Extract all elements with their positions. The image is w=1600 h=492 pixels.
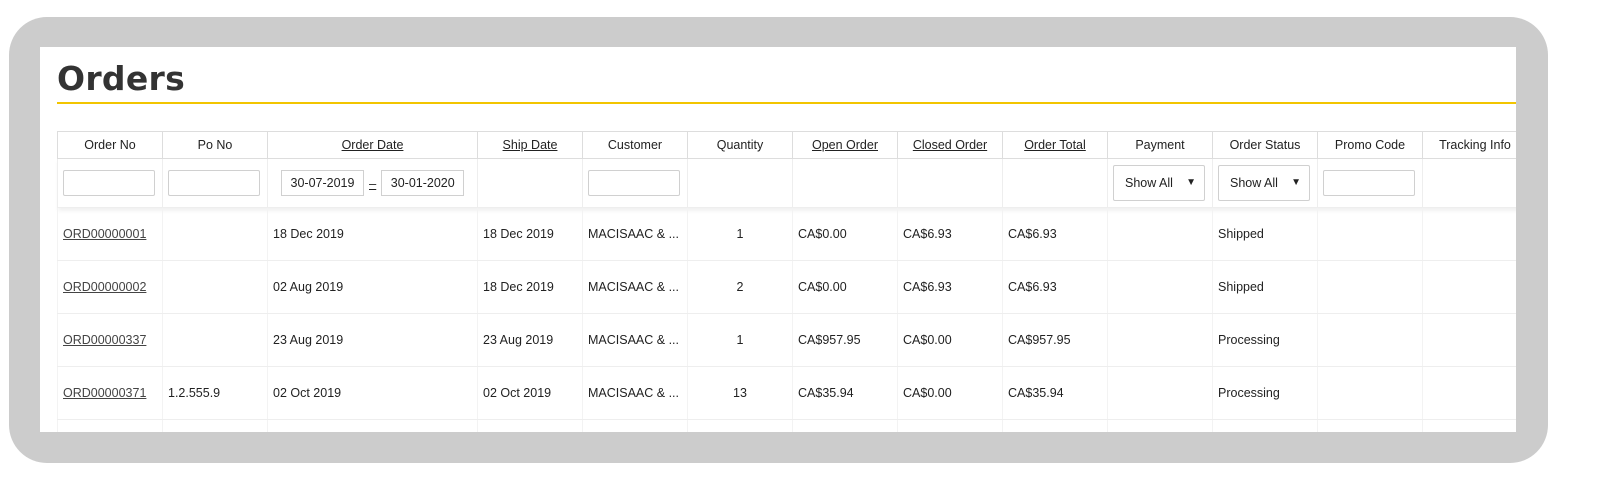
promo-code-filter-input[interactable] — [1323, 170, 1415, 196]
table-header-row: Order No Po No Order Date Ship Date Cust… — [57, 131, 1516, 159]
table-row: ORD00000002 02 Aug 2019 18 Dec 2019 MACI… — [57, 260, 1516, 314]
customer-cell: MACISAAC & ... — [582, 260, 688, 314]
payment-cell — [1107, 313, 1213, 367]
open-order-cell: CA$35.94 — [792, 366, 898, 420]
closed-order-cell: CA$0.00 — [897, 366, 1003, 420]
po-number-cell — [162, 207, 268, 261]
promo-code-cell — [1317, 260, 1423, 314]
order-no-filter-input[interactable] — [63, 170, 155, 196]
payment-filter-value: Show All — [1125, 176, 1173, 190]
order-status-cell: Shipped — [1212, 260, 1318, 314]
tracking-info-cell — [1422, 207, 1516, 261]
table-row-partial — [57, 419, 1516, 432]
tracking-info-cell — [1422, 260, 1516, 314]
quantity-cell: 13 — [687, 366, 793, 420]
closed-order-cell: CA$0.00 — [897, 313, 1003, 367]
quantity-cell: 2 — [687, 260, 793, 314]
caret-down-icon: ▼ — [1186, 177, 1196, 188]
open-order-cell: CA$957.95 — [792, 313, 898, 367]
order-date-from-input[interactable] — [281, 170, 364, 196]
promo-code-cell — [1317, 207, 1423, 261]
order-status-cell: Processing — [1212, 313, 1318, 367]
order-status-filter-value: Show All — [1230, 176, 1278, 190]
payment-cell — [1107, 207, 1213, 261]
table-row: ORD00000337 23 Aug 2019 23 Aug 2019 MACI… — [57, 313, 1516, 367]
po-number-cell: 1.2.555.9 — [162, 366, 268, 420]
order-number-link[interactable]: ORD00000002 — [63, 280, 146, 294]
column-header-open-order[interactable]: Open Order — [792, 131, 898, 159]
ship-date-cell: 23 Aug 2019 — [477, 313, 583, 367]
payment-cell — [1107, 366, 1213, 420]
customer-cell: MACISAAC & ... — [582, 366, 688, 420]
tracking-info-cell — [1422, 313, 1516, 367]
column-header-order-no: Order No — [57, 131, 163, 159]
customer-filter-input[interactable] — [588, 170, 680, 196]
po-number-cell — [162, 260, 268, 314]
column-header-order-total[interactable]: Order Total — [1002, 131, 1108, 159]
order-date-cell: 18 Dec 2019 — [267, 207, 478, 261]
column-header-tracking-info: Tracking Info — [1422, 131, 1516, 159]
order-date-range-filter: – — [273, 170, 472, 196]
caret-down-icon: ▼ — [1291, 177, 1301, 188]
filter-row: – Show All ▼ Show — [57, 158, 1516, 208]
table-row: ORD00000001 18 Dec 2019 18 Dec 2019 MACI… — [57, 207, 1516, 261]
order-number-link[interactable]: ORD00000001 — [63, 227, 146, 241]
payment-filter-select[interactable]: Show All ▼ — [1113, 165, 1205, 201]
ship-date-cell: 18 Dec 2019 — [477, 260, 583, 314]
order-total-cell: CA$35.94 — [1002, 366, 1108, 420]
order-date-cell: 02 Aug 2019 — [267, 260, 478, 314]
column-header-order-status: Order Status — [1212, 131, 1318, 159]
po-number-cell — [162, 313, 268, 367]
column-header-promo-code: Promo Code — [1317, 131, 1423, 159]
page-title: Orders — [57, 59, 186, 98]
order-total-cell: CA$957.95 — [1002, 313, 1108, 367]
order-total-cell: CA$6.93 — [1002, 260, 1108, 314]
column-header-po-no: Po No — [162, 131, 268, 159]
column-header-customer: Customer — [582, 131, 688, 159]
closed-order-cell: CA$6.93 — [897, 207, 1003, 261]
orders-panel: Orders Order No Po No Order Date Ship Da… — [40, 47, 1516, 432]
column-header-ship-date[interactable]: Ship Date — [477, 131, 583, 159]
title-underline — [57, 102, 1516, 104]
order-date-cell: 02 Oct 2019 — [267, 366, 478, 420]
ship-date-cell: 18 Dec 2019 — [477, 207, 583, 261]
open-order-cell: CA$0.00 — [792, 260, 898, 314]
customer-cell: MACISAAC & ... — [582, 313, 688, 367]
ship-date-cell: 02 Oct 2019 — [477, 366, 583, 420]
order-date-cell: 23 Aug 2019 — [267, 313, 478, 367]
tracking-info-cell — [1422, 366, 1516, 420]
column-header-order-date[interactable]: Order Date — [267, 131, 478, 159]
order-number-link[interactable]: ORD00000337 — [63, 333, 146, 347]
order-status-filter-select[interactable]: Show All ▼ — [1218, 165, 1310, 201]
po-no-filter-input[interactable] — [168, 170, 260, 196]
column-header-payment: Payment — [1107, 131, 1213, 159]
column-header-closed-order[interactable]: Closed Order — [897, 131, 1003, 159]
order-date-to-input[interactable] — [381, 170, 465, 196]
payment-cell — [1107, 260, 1213, 314]
orders-table: Order No Po No Order Date Ship Date Cust… — [57, 131, 1516, 432]
open-order-cell: CA$0.00 — [792, 207, 898, 261]
closed-order-cell: CA$6.93 — [897, 260, 1003, 314]
table-row: ORD00000371 1.2.555.9 02 Oct 2019 02 Oct… — [57, 366, 1516, 420]
column-header-quantity: Quantity — [687, 131, 793, 159]
promo-code-cell — [1317, 313, 1423, 367]
promo-code-cell — [1317, 366, 1423, 420]
quantity-cell: 1 — [687, 313, 793, 367]
order-number-link[interactable]: ORD00000371 — [63, 386, 146, 400]
order-status-cell: Processing — [1212, 366, 1318, 420]
quantity-cell: 1 — [687, 207, 793, 261]
date-range-separator: – — [369, 175, 377, 191]
order-total-cell: CA$6.93 — [1002, 207, 1108, 261]
customer-cell: MACISAAC & ... — [582, 207, 688, 261]
order-status-cell: Shipped — [1212, 207, 1318, 261]
